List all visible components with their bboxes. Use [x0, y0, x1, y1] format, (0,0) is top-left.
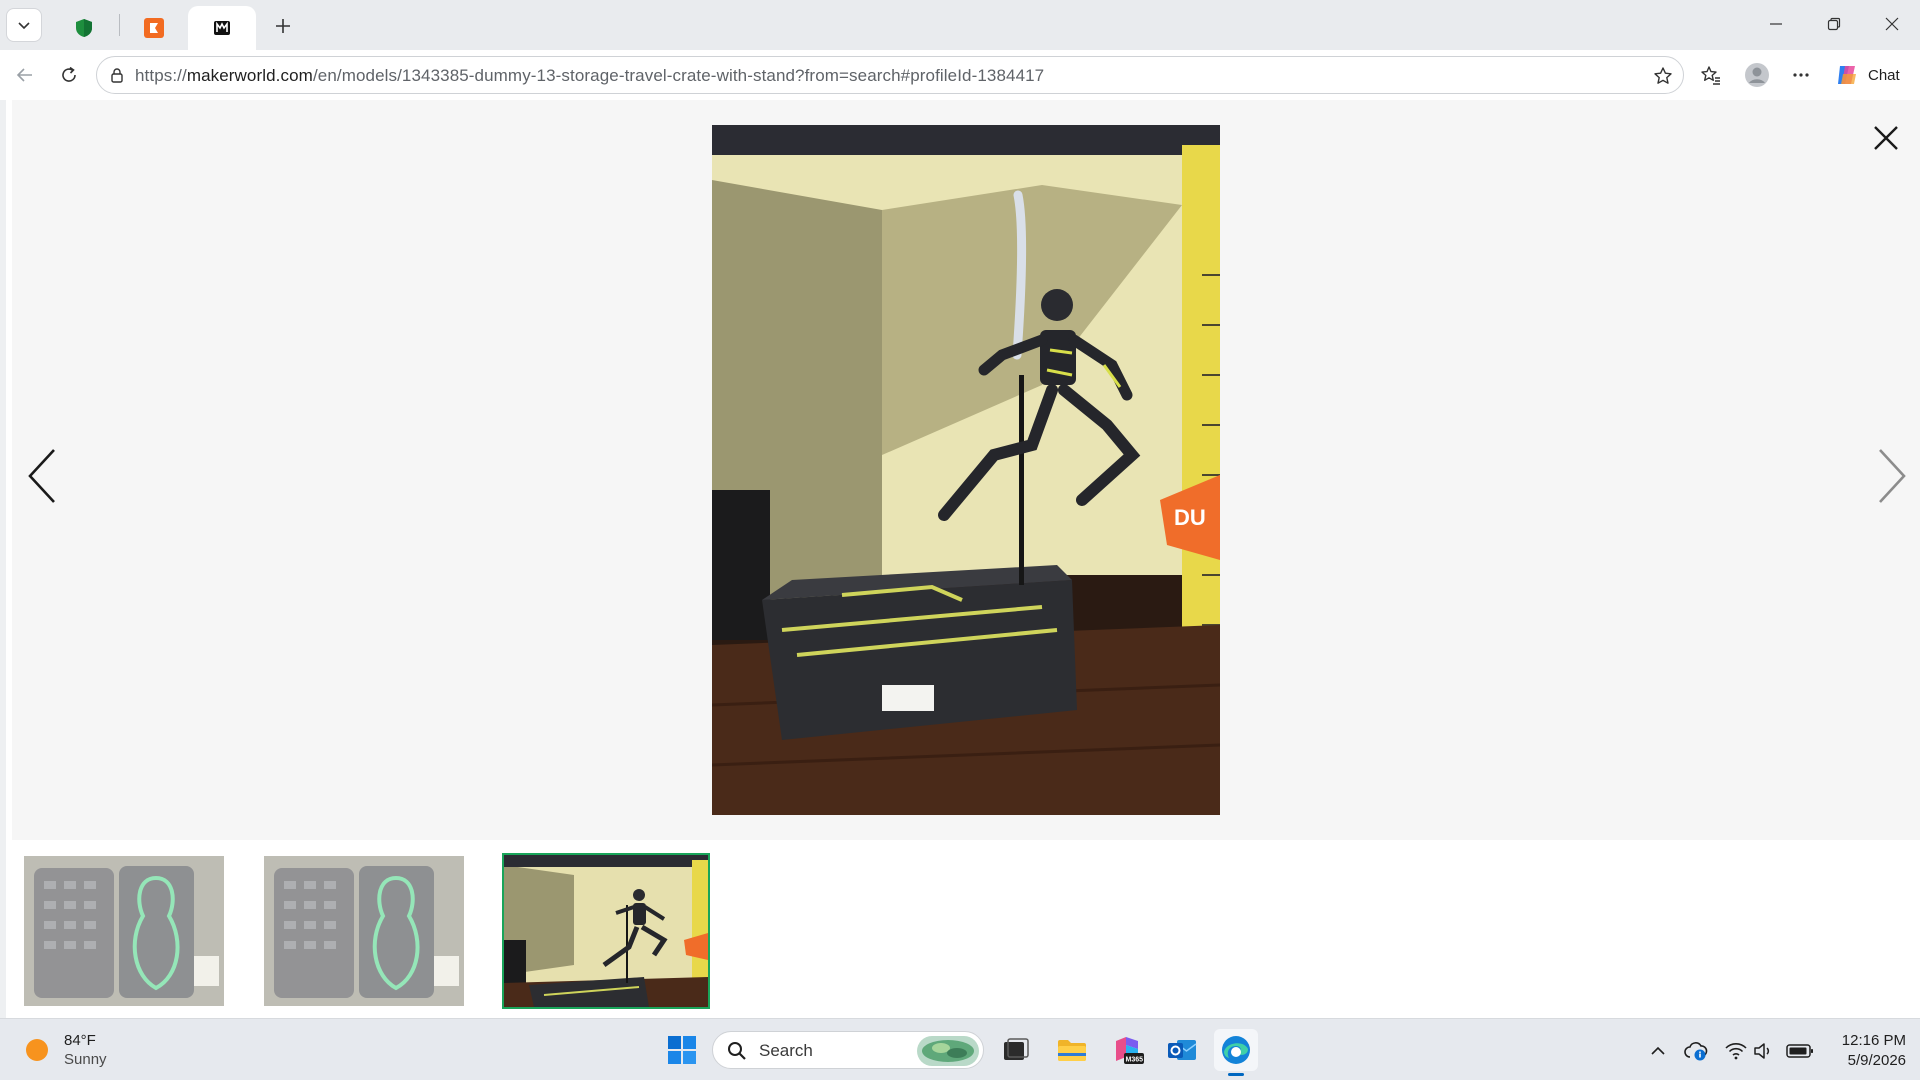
copilot-icon — [1838, 66, 1856, 84]
dummy-on-crate-thumbnail — [504, 855, 708, 1007]
tab-1[interactable] — [54, 6, 114, 50]
windows-taskbar: 84°F Sunny Search M365 12:16 PM 5/9/2026 — [0, 1018, 1920, 1080]
avatar-icon — [1745, 63, 1769, 87]
file-explorer-button[interactable] — [1050, 1029, 1094, 1071]
task-view-button[interactable] — [994, 1029, 1038, 1071]
folder-icon — [1058, 1040, 1086, 1061]
refresh-button[interactable] — [52, 58, 86, 92]
edge-browser-button[interactable] — [1214, 1029, 1258, 1071]
restore-icon — [1827, 17, 1841, 31]
tab-separator — [119, 14, 120, 36]
site-info-button[interactable] — [107, 65, 127, 85]
start-button[interactable] — [660, 1029, 704, 1071]
battery-tray-button[interactable] — [1786, 1039, 1814, 1063]
outlook-icon — [1168, 1040, 1197, 1060]
settings-more-button[interactable] — [1784, 58, 1818, 92]
speaker-icon — [1754, 1043, 1770, 1059]
chevron-left-icon — [28, 449, 55, 503]
search-highlight-icon — [922, 1040, 974, 1062]
show-hidden-icons-button[interactable] — [1646, 1039, 1670, 1063]
active-app-indicator — [1228, 1073, 1244, 1076]
tab-2[interactable] — [124, 6, 184, 50]
dummy-on-crate-photo: DU — [712, 125, 1220, 815]
profile-button[interactable] — [1740, 58, 1774, 92]
tab-list-button[interactable] — [6, 8, 42, 42]
close-icon — [1874, 126, 1898, 150]
url-text[interactable]: https://makerworld.com/en/models/1343385… — [135, 66, 1044, 86]
thumbnail-1[interactable] — [24, 856, 224, 1006]
url-host: makerworld.com — [186, 66, 313, 85]
volume-tray-button[interactable] — [1752, 1039, 1776, 1063]
makerworld-favicon-icon — [214, 21, 230, 35]
clock-date: 5/9/2026 — [1847, 1052, 1906, 1069]
thumbnail-2[interactable] — [264, 856, 464, 1006]
microsoft-365-button[interactable]: M365 — [1106, 1029, 1150, 1071]
thumbnail-strip — [12, 840, 1920, 1018]
back-button[interactable] — [8, 58, 42, 92]
close-lightbox-button[interactable] — [1866, 118, 1906, 158]
thumbnail-3-selected[interactable] — [502, 853, 710, 1009]
battery-icon — [1786, 1044, 1813, 1058]
star-icon — [1654, 67, 1672, 84]
clock-time: 12:16 PM — [1841, 1032, 1906, 1049]
tab-strip — [0, 0, 1920, 50]
wifi-tray-button[interactable] — [1724, 1039, 1748, 1063]
weather-temperature: 84°F — [64, 1032, 96, 1049]
browser-toolbar: https://makerworld.com/en/models/1343385… — [0, 50, 1920, 100]
cloud-info-icon — [1684, 1042, 1708, 1061]
main-photo: DU — [712, 125, 1220, 815]
more-horizontal-icon — [1793, 73, 1809, 77]
green-shield-favicon-icon — [76, 19, 92, 37]
crate-open-thumbnail — [24, 856, 224, 1006]
search-highlight-art — [917, 1036, 979, 1066]
m365-icon: M365 — [1116, 1037, 1144, 1064]
wifi-icon — [1725, 1043, 1747, 1060]
lightbox-stage: DU — [12, 100, 1920, 840]
windows-logo-icon — [668, 1036, 696, 1064]
outlook-button[interactable] — [1160, 1029, 1204, 1071]
search-icon — [728, 1042, 746, 1060]
page-viewport: DU — [0, 100, 1920, 1018]
sun-icon — [26, 1039, 48, 1061]
taskbar-search-box[interactable]: Search — [712, 1031, 984, 1069]
refresh-icon — [62, 66, 76, 82]
favorites-star-list-icon — [1701, 66, 1720, 85]
chevron-down-icon — [18, 22, 30, 30]
url-prefix: https:// — [135, 66, 187, 85]
svg-text:DU: DU — [1174, 505, 1206, 530]
taskbar-search-label: Search — [759, 1041, 813, 1060]
weather-condition: Sunny — [64, 1051, 107, 1068]
copilot-chat-button[interactable]: Chat — [1830, 58, 1914, 92]
crate-open-thumbnail — [264, 856, 464, 1006]
weather-widget[interactable]: 84°F Sunny — [24, 1031, 107, 1069]
tab-3-active[interactable] — [188, 6, 256, 50]
plus-icon — [276, 19, 290, 33]
arrow-left-icon — [16, 68, 32, 82]
favorite-button[interactable] — [1651, 64, 1675, 88]
minimize-icon — [1770, 23, 1782, 25]
orange-app-favicon-icon — [144, 18, 164, 38]
edge-icon — [1222, 1036, 1250, 1064]
close-window-button[interactable] — [1864, 0, 1920, 48]
new-tab-button[interactable] — [266, 10, 300, 42]
minimize-button[interactable] — [1748, 0, 1804, 48]
onedrive-tray-button[interactable] — [1684, 1039, 1708, 1063]
chevron-right-icon — [1879, 449, 1906, 503]
next-image-button[interactable] — [1868, 440, 1916, 512]
restore-button[interactable] — [1806, 0, 1862, 48]
favorites-button[interactable] — [1694, 58, 1728, 92]
chat-label: Chat — [1868, 66, 1900, 84]
previous-image-button[interactable] — [18, 440, 66, 512]
task-view-icon — [1004, 1038, 1029, 1060]
system-clock[interactable]: 12:16 PM 5/9/2026 — [1818, 1031, 1906, 1071]
lock-icon — [111, 68, 123, 83]
address-bar[interactable]: https://makerworld.com/en/models/1343385… — [96, 56, 1684, 94]
chevron-up-icon — [1651, 1046, 1665, 1055]
close-icon — [1885, 17, 1899, 31]
url-path: /en/models/1343385-dummy-13-storage-trav… — [312, 66, 1045, 85]
svg-text:M365: M365 — [1126, 1057, 1144, 1064]
